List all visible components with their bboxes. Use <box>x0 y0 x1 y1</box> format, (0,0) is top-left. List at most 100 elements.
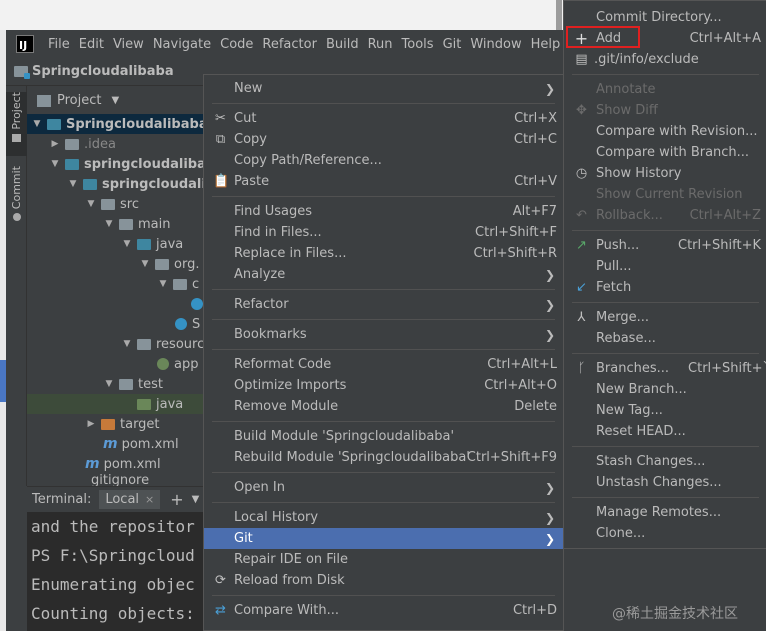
menu-item-bookmarks[interactable]: Bookmarks ❯ <box>204 324 563 345</box>
chevron-down-icon[interactable]: ▼ <box>31 119 43 129</box>
tree-row[interactable]: ▼ springcloudalib <box>67 174 216 194</box>
git-item-push[interactable]: ↗ Push... Ctrl+Shift+K <box>564 235 766 256</box>
tree-row[interactable]: ▼ springcloudalibab <box>49 154 216 174</box>
git-item-commit-directory[interactable]: Commit Directory... <box>564 7 766 28</box>
menu-item-remove-module[interactable]: Remove Module Delete <box>204 396 563 417</box>
menu-edit[interactable]: Edit <box>79 37 104 52</box>
git-item-show-diff[interactable]: ✥ Show Diff <box>564 100 766 121</box>
menu-item-paste[interactable]: 📋 Paste Ctrl+V <box>204 171 563 192</box>
menu-item-replace-in-files[interactable]: Replace in Files... Ctrl+Shift+R <box>204 243 563 264</box>
tree-row[interactable]: ▼ main <box>103 214 171 234</box>
chevron-right-icon[interactable]: ▶ <box>85 419 97 429</box>
git-item-compare-revision[interactable]: Compare with Revision... <box>564 121 766 142</box>
menu-item-open-in[interactable]: Open In ❯ <box>204 477 563 498</box>
menu-item-rebuild-module[interactable]: Rebuild Module 'Springcloudalibaba' Ctrl… <box>204 447 563 468</box>
chevron-down-icon[interactable]: ▼ <box>49 159 61 169</box>
chevron-down-icon[interactable]: ▼ <box>121 239 133 249</box>
git-item-new-branch[interactable]: New Branch... <box>564 379 766 400</box>
chevron-down-icon[interactable]: ▼ <box>103 219 115 229</box>
git-item-show-current-revision[interactable]: Show Current Revision <box>564 184 766 205</box>
close-icon[interactable]: × <box>145 493 154 506</box>
tree-row[interactable]: ▼ test <box>103 374 163 394</box>
menu-build[interactable]: Build <box>326 37 359 52</box>
menu-item-label: Rollback... <box>596 208 663 223</box>
chevron-right-icon: ❯ <box>544 267 555 282</box>
chevron-down-icon[interactable]: ▼ <box>111 95 119 106</box>
terminal-tab-local[interactable]: Local × <box>99 490 161 509</box>
menu-item-find-in-files[interactable]: Find in Files... Ctrl+Shift+F <box>204 222 563 243</box>
menu-navigate[interactable]: Navigate <box>153 37 211 52</box>
chevron-down-icon[interactable]: ▼ <box>67 179 79 189</box>
git-item-new-tag[interactable]: New Tag... <box>564 400 766 421</box>
tree-row[interactable]: ▶ target <box>85 414 160 434</box>
diff-icon: ✥ <box>576 103 587 118</box>
menu-item-build-module[interactable]: Build Module 'Springcloudalibaba' <box>204 426 563 447</box>
menu-code[interactable]: Code <box>220 37 253 52</box>
git-item-show-history[interactable]: ◷ Show History <box>564 163 766 184</box>
tree-row[interactable]: m pom.xml <box>85 454 161 474</box>
chevron-down-icon[interactable]: ▼ <box>157 279 169 289</box>
menu-item-optimize-imports[interactable]: Optimize Imports Ctrl+Alt+O <box>204 375 563 396</box>
menu-item-new[interactable]: New ❯ <box>204 78 563 99</box>
menu-tools[interactable]: Tools <box>402 37 434 52</box>
menu-item-find-usages[interactable]: Find Usages Alt+F7 <box>204 201 563 222</box>
menu-run[interactable]: Run <box>368 37 393 52</box>
history-icon: ◷ <box>575 166 588 181</box>
menu-item-compare-with[interactable]: ⇄ Compare With... Ctrl+D <box>204 600 563 621</box>
tree-row[interactable]: ▼ Springcloudalibaba F <box>31 114 222 134</box>
git-item-clone[interactable]: Clone... <box>564 523 766 544</box>
git-item-fetch[interactable]: ↙ Fetch <box>564 277 766 298</box>
git-item-annotate[interactable]: Annotate <box>564 79 766 100</box>
tree-row[interactable]: java <box>137 394 183 414</box>
tree-row[interactable]: m pom.xml <box>103 434 179 454</box>
menu-item-git[interactable]: Git ❯ <box>204 528 563 549</box>
menu-help[interactable]: Help <box>531 37 561 52</box>
plus-icon[interactable]: + <box>170 490 183 509</box>
menu-item-repair-ide[interactable]: Repair IDE on File <box>204 549 563 570</box>
tree-row[interactable]: ▼ resourc <box>121 334 205 354</box>
git-item-stash[interactable]: Stash Changes... <box>564 451 766 472</box>
git-item-reset-head[interactable]: Reset HEAD... <box>564 421 766 442</box>
menu-item-copy[interactable]: ⧉ Copy Ctrl+C <box>204 129 563 150</box>
git-item-branches[interactable]: ᚴ Branches... Ctrl+Shift+` <box>564 358 766 379</box>
git-item-pull[interactable]: Pull... <box>564 256 766 277</box>
breadcrumb-project[interactable]: Springcloudalibaba <box>32 64 174 79</box>
menu-item-analyze[interactable]: Analyze ❯ <box>204 264 563 285</box>
chevron-right-icon[interactable]: ▶ <box>49 139 61 149</box>
menu-item-local-history[interactable]: Local History ❯ <box>204 507 563 528</box>
git-item-rollback[interactable]: ↶ Rollback... Ctrl+Alt+Z <box>564 205 766 226</box>
git-item-merge[interactable]: ⅄ Merge... <box>564 307 766 328</box>
menu-window[interactable]: Window <box>470 37 521 52</box>
menu-item-copy-path[interactable]: Copy Path/Reference... <box>204 150 563 171</box>
menu-item-cut[interactable]: ✂ Cut Ctrl+X <box>204 108 563 129</box>
chevron-down-icon[interactable]: ▼ <box>103 379 115 389</box>
chevron-down-icon[interactable]: ▼ <box>139 259 151 269</box>
git-item-manage-remotes[interactable]: Manage Remotes... <box>564 502 766 523</box>
tab-project[interactable]: Project <box>6 92 27 156</box>
chevron-down-icon[interactable]: ▼ <box>121 339 133 349</box>
git-item-rebase[interactable]: Rebase... <box>564 328 766 349</box>
chevron-down-icon[interactable]: ▼ <box>85 199 97 209</box>
tab-commit[interactable]: Commit <box>6 166 27 226</box>
tree-row[interactable]: ▼ c <box>157 274 200 294</box>
terminal-output[interactable]: and the repositor PS F:\Springcloud Enum… <box>27 512 227 631</box>
git-item-unstash[interactable]: Unstash Changes... <box>564 472 766 493</box>
menu-item-reformat-code[interactable]: Reformat Code Ctrl+Alt+L <box>204 354 563 375</box>
menu-view[interactable]: View <box>113 37 144 52</box>
tree-row[interactable]: gitignore <box>91 474 149 486</box>
git-item-compare-branch[interactable]: Compare with Branch... <box>564 142 766 163</box>
chevron-down-icon[interactable]: ▼ <box>192 494 200 505</box>
tree-row[interactable]: S <box>175 314 200 334</box>
tree-row[interactable]: ▼ org. <box>139 254 200 274</box>
tree-row[interactable]: app <box>157 354 198 374</box>
tree-row[interactable]: ▼ src <box>85 194 139 214</box>
menu-item-reload-from-disk[interactable]: ⟳ Reload from Disk <box>204 570 563 591</box>
menu-file[interactable]: File <box>48 37 70 52</box>
tree-row[interactable]: ▼ java <box>121 234 184 254</box>
menu-git[interactable]: Git <box>443 37 462 52</box>
project-panel-header[interactable]: Project ▼ <box>27 86 227 116</box>
menu-item-refactor[interactable]: Refactor ❯ <box>204 294 563 315</box>
tree-row[interactable]: ▶ .idea <box>49 134 116 154</box>
menu-refactor[interactable]: Refactor <box>262 37 317 52</box>
git-item-exclude[interactable]: ▤ .git/info/exclude <box>564 49 766 70</box>
